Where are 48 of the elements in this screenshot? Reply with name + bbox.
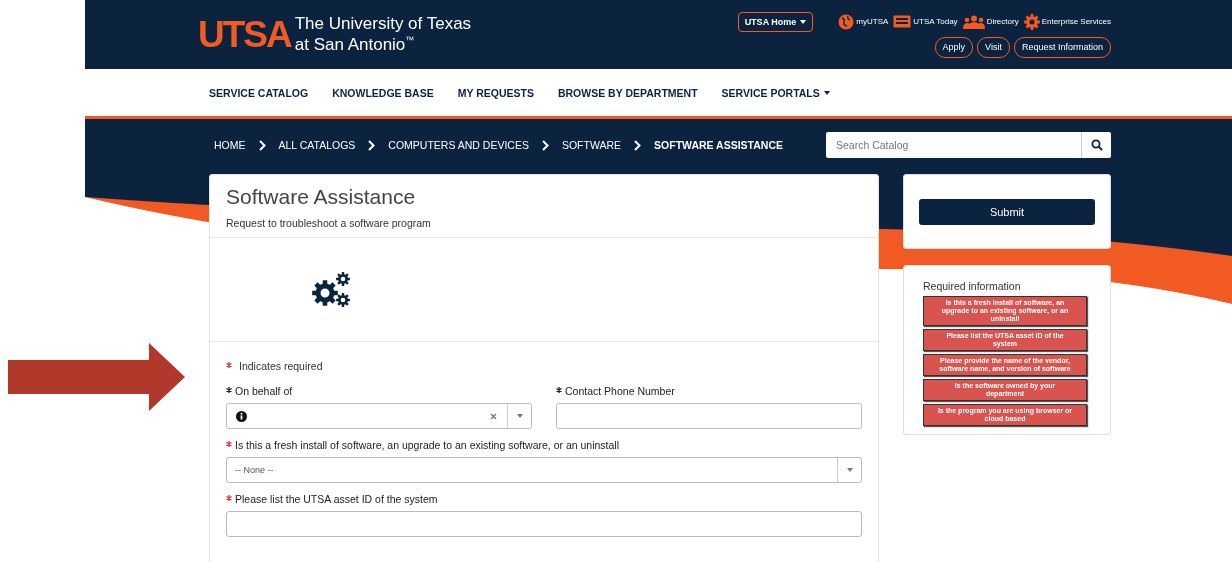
clear-icon[interactable]	[490, 412, 497, 420]
globe-icon	[838, 13, 855, 30]
field-label: Is this a fresh install of software, an upgrade to an existing software, or an uninstall	[226, 439, 862, 451]
lookup-field[interactable]	[226, 403, 532, 429]
breadcrumb-link[interactable]: SOFTWARE ASSISTANCE	[654, 139, 783, 151]
header-link[interactable]: Directory	[962, 14, 1019, 29]
select-field[interactable]: -- None --	[226, 457, 862, 483]
header-link[interactable]: Enterprise Services	[1023, 13, 1111, 30]
nav-item[interactable]: KNOWLEDGE BASE	[332, 86, 434, 99]
header-link[interactable]: myUTSA	[838, 13, 889, 30]
required-info-title: Required information	[923, 280, 1022, 292]
chevron-icon	[541, 139, 549, 151]
chevron-icon	[258, 139, 266, 151]
breadcrumb-link[interactable]: ALL CATALOGS	[278, 139, 356, 151]
input-field[interactable]	[556, 403, 862, 429]
nav-item[interactable]: BROWSE BY DEPARTMENT	[557, 86, 698, 99]
field-label: On behalf of	[226, 385, 532, 397]
people-icon	[962, 14, 985, 29]
nav-item[interactable]: SERVICE PORTALS	[721, 86, 830, 99]
chevron-icon	[634, 139, 642, 151]
university-name: The University of Texas at San Antonio$^{™}$	[294, 16, 472, 53]
header-button[interactable]: Visit	[977, 36, 1010, 58]
search-field[interactable]: Search Catalog	[826, 132, 1081, 158]
header-button[interactable]: Apply	[934, 36, 974, 58]
form-title: Software Assistance	[226, 185, 417, 209]
field-label: Contact Phone Number	[556, 385, 862, 397]
submit-button[interactable]: Submit	[919, 198, 1095, 225]
nav-item[interactable]: MY REQUESTS	[457, 86, 534, 99]
logo[interactable]: UTSA	[198, 16, 291, 53]
form-subtitle: Request to troubleshoot a software program	[226, 217, 432, 229]
input-field[interactable]	[226, 511, 862, 537]
chevron-icon	[368, 139, 376, 151]
search-icon	[1090, 139, 1103, 151]
breadcrumb-link[interactable]: COMPUTERS AND DEVICES	[388, 139, 529, 151]
gear-icon	[1023, 13, 1040, 30]
newspaper-icon	[893, 15, 912, 28]
required-note: Indicates required	[239, 360, 323, 372]
search-button[interactable]	[1081, 132, 1111, 158]
breadcrumb-link[interactable]: SOFTWARE	[561, 139, 622, 151]
gears-icon	[312, 271, 352, 308]
info-icon	[236, 410, 247, 422]
breadcrumb-link[interactable]: HOME	[214, 139, 246, 151]
field-label: Please list the UTSA asset ID of the system	[226, 493, 862, 505]
header-link[interactable]: UTSA Today	[893, 15, 958, 28]
home-menu[interactable]: UTSA Home	[737, 11, 814, 32]
nav-item[interactable]: SERVICE CATALOG	[209, 86, 309, 99]
header-button[interactable]: Request Information	[1013, 36, 1111, 58]
required-icon	[226, 362, 232, 368]
